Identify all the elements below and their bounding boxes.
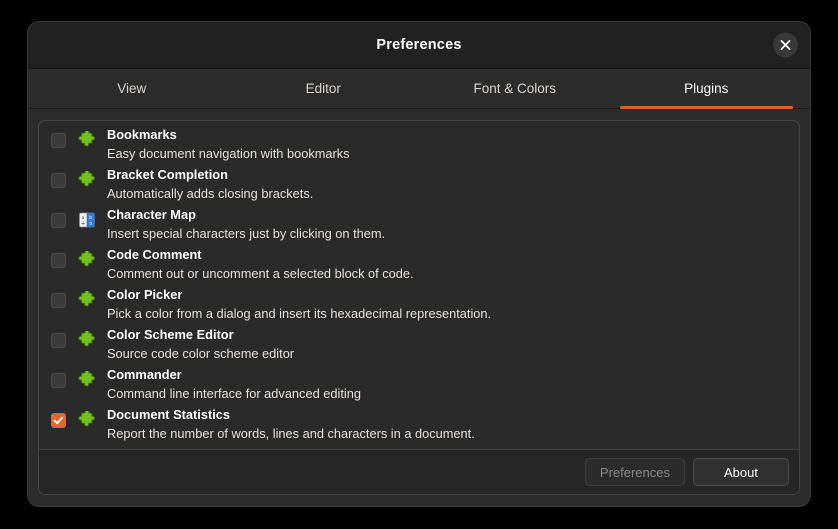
plugin-enable-checkbox[interactable] [51, 173, 66, 188]
dialog-button-bar: Preferences About [39, 449, 799, 494]
plugin-row[interactable]: Document Statistics Report the number of … [39, 407, 799, 447]
plugin-row[interactable]: Commander Command line interface for adva… [39, 367, 799, 407]
page-title: Preferences [376, 37, 462, 53]
plugin-row[interactable]: Bracket Completion Automatically adds clo… [39, 167, 799, 207]
plugin-name: Code Comment [107, 247, 202, 262]
plugin-description: Automatically adds closing brackets. [107, 185, 314, 201]
plugin-description: Easy document navigation with bookmarks [107, 145, 350, 161]
tab-font-colors[interactable]: Font & Colors [419, 69, 611, 108]
plugin-description: Report the number of words, lines and ch… [107, 425, 475, 441]
puzzle-piece-icon [78, 251, 96, 269]
plugin-list: Bookmarks Easy document navigation with b… [39, 121, 799, 449]
plugin-description: Comment out or uncomment a selected bloc… [107, 265, 414, 281]
plugin-name: Color Picker [107, 287, 183, 302]
plugin-description: Insert special characters just by clicki… [107, 225, 386, 241]
svg-text:+: + [81, 221, 85, 227]
plugin-row[interactable]: a b + π Character Map Insert special characte… [39, 207, 799, 247]
plugin-row[interactable]: Color Scheme Editor Source code color sch… [39, 327, 799, 367]
tab-editor[interactable]: Editor [228, 69, 420, 108]
puzzle-piece-icon [78, 131, 96, 149]
plugin-enable-checkbox[interactable] [51, 333, 66, 348]
plugin-name: Commander [107, 367, 182, 382]
content-area: Bookmarks Easy document navigation with b… [28, 109, 810, 506]
plugin-enable-checkbox[interactable] [51, 373, 66, 388]
plugin-enable-checkbox[interactable] [51, 413, 66, 428]
close-icon [780, 40, 791, 51]
plugin-row[interactable]: Bookmarks Easy document navigation with b… [39, 127, 799, 167]
plugin-name: Character Map [107, 207, 196, 222]
plugin-description: Pick a color from a dialog and insert it… [107, 305, 492, 321]
tab-view[interactable]: View [36, 69, 228, 108]
plugin-row[interactable]: Code Comment Comment out or uncomment a s… [39, 247, 799, 287]
plugin-enable-checkbox[interactable] [51, 133, 66, 148]
plugin-name: Bookmarks [107, 127, 177, 142]
plugin-enable-checkbox[interactable] [51, 253, 66, 268]
preferences-dialog: Preferences View Editor Font & Colors Plugi… [28, 22, 810, 506]
puzzle-piece-icon [78, 371, 96, 389]
svg-text:π: π [89, 222, 92, 227]
plugin-name: Bracket Completion [107, 167, 228, 182]
close-button[interactable] [773, 32, 798, 58]
plugin-name: Document Statistics [107, 407, 231, 422]
plugin-name: Color Scheme Editor [107, 327, 234, 342]
puzzle-piece-icon [78, 291, 96, 309]
puzzle-piece-icon [78, 411, 96, 429]
plugin-enable-checkbox[interactable] [51, 213, 66, 228]
svg-text:b: b [89, 215, 92, 221]
plugins-panel: Bookmarks Easy document navigation with b… [38, 120, 800, 495]
titlebar: Preferences [28, 22, 810, 69]
plugin-description: Source code color scheme editor [107, 345, 295, 361]
plugin-about-button[interactable]: About [693, 458, 789, 486]
tab-bar: View Editor Font & Colors Plugins [28, 69, 810, 109]
character-map-icon: a b + π [78, 211, 96, 229]
plugin-description: Command line interface for advanced edit… [107, 385, 361, 401]
plugin-row[interactable]: Color Picker Pick a color from a dialog a… [39, 287, 799, 327]
tab-plugins[interactable]: Plugins [611, 69, 803, 109]
plugin-enable-checkbox[interactable] [51, 293, 66, 308]
puzzle-piece-icon [78, 331, 96, 349]
puzzle-piece-icon [78, 171, 96, 189]
plugin-preferences-button[interactable]: Preferences [584, 458, 685, 486]
